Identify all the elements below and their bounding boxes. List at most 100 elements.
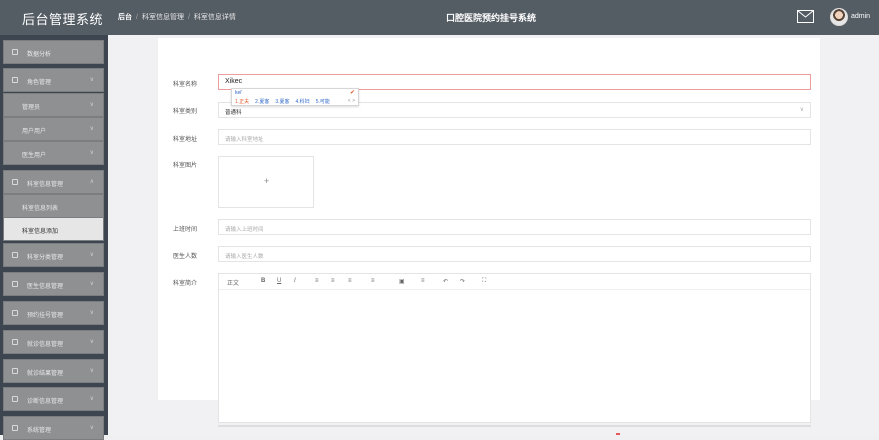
sidebar-item-visit-info[interactable]: 就诊信息管理 ∨: [3, 330, 104, 354]
bold-button[interactable]: B: [261, 278, 265, 284]
plus-icon: +: [264, 176, 270, 186]
rich-text-editor[interactable]: 正文 B U I ≡ ≡ ≡ ≡ ▣ ≡ ↶ ↷ ⛶: [218, 273, 811, 423]
mail-icon[interactable]: [797, 10, 814, 23]
chevron-down-icon: ∨: [89, 252, 94, 258]
sidebar-item-label: 科室信息管理: [27, 182, 64, 188]
chevron-down-icon: ∨: [89, 368, 94, 374]
chevron-down-icon: ∨: [89, 396, 94, 402]
breadcrumb-dept-detail: 科室信息详情: [193, 14, 236, 21]
category-label: 科室类别: [173, 109, 198, 115]
sidebar-item-label: 就诊信息管理: [27, 342, 64, 348]
ime-candidates: 1.正夫 2.夏客 3.夏客 4.科妇 5.可能: [235, 98, 336, 105]
top-header: 后台管理系统 后台 / 科室信息管理 / 科室信息详情 口腔医院预约挂号系统 admin: [0, 0, 879, 35]
ime-code: kei': [235, 90, 243, 96]
user-name[interactable]: admin: [851, 13, 870, 20]
sidebar-item-label: 系统管理: [27, 428, 52, 434]
ime-page-arrows[interactable]: < >: [348, 98, 355, 104]
ime-candidate[interactable]: 3.夏客: [275, 99, 289, 105]
sidebar-item-data-analysis[interactable]: 数据分析: [3, 40, 104, 64]
hours-label: 上班时间: [173, 227, 198, 233]
sidebar-item-dept-management[interactable]: 科室信息管理 ∧: [3, 170, 104, 194]
app-title: 后台管理系统: [22, 12, 104, 27]
ime-candidate[interactable]: 1.正夫: [235, 99, 249, 105]
sidebar-item-dept-category[interactable]: 科室分类管理 ∨: [3, 243, 104, 267]
sidebar-item-label: 科室信息列表: [22, 206, 59, 212]
system-title: 口腔医院预约挂号系统: [446, 13, 537, 23]
unordered-list-button[interactable]: ≡: [331, 278, 335, 284]
user-group-icon: [12, 77, 18, 83]
ordered-list-button[interactable]: ≡: [315, 278, 319, 284]
chevron-down-icon: ∨: [799, 107, 804, 113]
sidebar-item-label: 角色管理: [27, 80, 52, 86]
sidebar-item-label: 就诊结果管理: [27, 371, 64, 377]
undo-icon[interactable]: ↶: [443, 278, 448, 285]
ime-candidate[interactable]: 4.科妇: [296, 99, 310, 105]
grid-icon: [12, 179, 18, 185]
fullscreen-icon[interactable]: ⛶: [482, 278, 486, 285]
sidebar-item-role-management[interactable]: 角色管理 ∨: [3, 68, 104, 92]
editor-toolbar: 正文 B U I ≡ ≡ ≡ ≡ ▣ ≡ ↶ ↷ ⛶: [219, 274, 810, 290]
indent-button[interactable]: ≡: [371, 278, 375, 284]
sidebar: 数据分析 角色管理 ∨ 管理员 ∨ 用户用户 ∨ 医生用户 ∨ 科室信息管理 ∧…: [0, 35, 108, 440]
sidebar-item-doctor-info[interactable]: 医生信息管理 ∨: [3, 272, 104, 296]
sidebar-item-label: 科室分类管理: [27, 255, 64, 261]
underline-button[interactable]: U: [277, 278, 281, 284]
align-button[interactable]: ≡: [348, 278, 352, 284]
chevron-up-icon: ∧: [89, 179, 94, 185]
chevron-down-icon: ∨: [89, 339, 94, 345]
gear-icon: [12, 396, 18, 402]
document-icon: [12, 368, 18, 374]
sidebar-item-label: 科室信息添加: [22, 229, 59, 235]
chevron-down-icon: ∨: [89, 102, 94, 108]
sidebar-item-doctors[interactable]: 医生用户 ∨: [3, 141, 104, 165]
person-icon: [12, 310, 18, 316]
breadcrumb-dept-management[interactable]: 科室信息管理: [142, 14, 184, 21]
divider: [218, 425, 811, 427]
count-input[interactable]: 请输入医生人数: [218, 246, 811, 262]
chevron-down-icon: ∨: [89, 126, 94, 132]
chevron-down-icon: ∨: [89, 77, 94, 83]
ime-candidate[interactable]: 2.夏客: [255, 99, 269, 105]
breadcrumb-home[interactable]: 后台: [118, 14, 132, 21]
intro-label: 科室简介: [173, 281, 198, 287]
sidebar-item-system[interactable]: 系统管理 ∨: [3, 416, 104, 440]
image-icon[interactable]: ▣: [399, 278, 405, 285]
image-upload[interactable]: +: [218, 156, 314, 208]
list-icon: [12, 252, 18, 258]
sidebar-item-visit-result[interactable]: 就诊结果管理 ∨: [3, 359, 104, 383]
sidebar-item-label: 预约挂号管理: [27, 313, 64, 319]
ime-candidate[interactable]: 5.可能: [316, 99, 330, 105]
home-icon: [12, 49, 18, 55]
sidebar-item-admin[interactable]: 管理员 ∨: [3, 93, 104, 117]
check-icon: ✔: [349, 90, 355, 96]
chevron-down-icon: ∨: [89, 310, 94, 316]
chevron-down-icon: ∨: [89, 281, 94, 287]
ime-candidate-popup[interactable]: kei' ✔ 1.正夫 2.夏客 3.夏客 4.科妇 5.可能 < >: [231, 88, 359, 106]
italic-button[interactable]: I: [294, 278, 296, 284]
divider-button[interactable]: ≡: [421, 278, 425, 284]
count-label: 医生人数: [173, 254, 198, 260]
sidebar-item-dept-add[interactable]: 科室信息添加: [3, 217, 104, 241]
sidebar-item-diagnosis[interactable]: 诊断信息管理 ∨: [3, 387, 104, 411]
sidebar-item-appointment[interactable]: 预约挂号管理 ∨: [3, 301, 104, 325]
avatar[interactable]: [830, 8, 848, 26]
chevron-down-icon: ∨: [89, 150, 94, 156]
sidebar-item-dept-list[interactable]: 科室信息列表: [3, 194, 104, 218]
sidebar-item-label: 管理员: [22, 105, 41, 111]
chevron-down-icon: ∨: [89, 425, 94, 431]
sidebar-item-label: 医生信息管理: [27, 284, 64, 290]
name-label: 科室名称: [173, 82, 198, 88]
image-label: 科室图片: [173, 163, 198, 169]
paragraph-format-select[interactable]: 正文: [227, 278, 239, 287]
redo-icon[interactable]: ↷: [460, 278, 465, 285]
sidebar-item-label: 数据分析: [27, 52, 52, 58]
hours-input[interactable]: 请输入上班时间: [218, 219, 811, 235]
apps-icon: [12, 339, 18, 345]
calendar-icon: [12, 281, 18, 287]
location-label: 科室地址: [173, 137, 198, 143]
location-input[interactable]: 请输入科室地址: [218, 129, 811, 145]
sidebar-item-label: 医生用户: [22, 153, 47, 159]
sidebar-item-users[interactable]: 用户用户 ∨: [3, 117, 104, 141]
settings-icon: [12, 425, 18, 431]
breadcrumb: 后台 / 科室信息管理 / 科室信息详情: [118, 14, 236, 21]
